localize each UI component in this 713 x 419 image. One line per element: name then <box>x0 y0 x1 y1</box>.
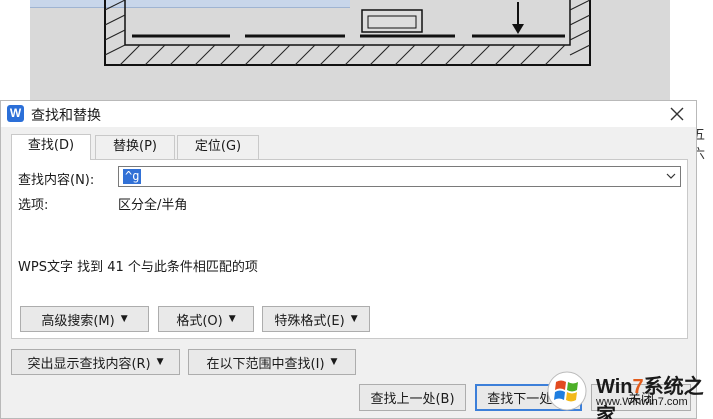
find-what-label: 查找内容(N): <box>18 173 95 188</box>
windows-logo-icon <box>547 371 587 411</box>
options-label: 选项: <box>18 198 49 213</box>
document-background <box>0 0 713 100</box>
find-in-button[interactable]: 在以下范围中查找(I) ▼ <box>188 349 356 375</box>
double-chevron-icon: ▼ <box>120 314 128 324</box>
highlight-results-label: 突出显示查找内容(R) <box>27 356 151 372</box>
chevron-down-icon[interactable] <box>665 170 677 182</box>
find-previous-button[interactable]: 查找上一处(B) <box>359 384 466 411</box>
document-figure <box>104 0 591 66</box>
format-label: 格式(O) <box>176 313 223 329</box>
search-result-text: WPS文字 找到 41 个与此条件相匹配的项 <box>18 260 258 275</box>
close-icon[interactable] <box>664 102 690 126</box>
watermark-brand: Win7系统之家 <box>596 376 704 419</box>
tab-find[interactable]: 查找(D) <box>11 134 91 160</box>
dropdown-arrow-icon: ▼ <box>350 314 358 324</box>
tab-goto[interactable]: 定位(G) <box>177 135 259 159</box>
dropdown-arrow-icon: ▼ <box>228 314 236 324</box>
advanced-search-button[interactable]: 高级搜索(M) ▼ <box>20 306 149 332</box>
special-format-label: 特殊格式(E) <box>274 313 345 329</box>
tab-replace[interactable]: 替换(P) <box>95 135 175 159</box>
find-what-input[interactable]: ^g <box>123 169 142 184</box>
title-bar[interactable]: W 查找和替换 <box>1 101 696 127</box>
advanced-search-label: 高级搜索(M) <box>41 313 115 329</box>
format-button[interactable]: 格式(O) ▼ <box>158 306 254 332</box>
dropdown-arrow-icon: ▼ <box>156 357 164 367</box>
dropdown-arrow-icon: ▼ <box>330 357 338 367</box>
options-value: 区分全/半角 <box>118 198 188 213</box>
watermark: Win7系统之家 www.Winwin7.com <box>540 364 713 419</box>
wps-logo-icon: W <box>7 105 24 122</box>
dialog-title: 查找和替换 <box>31 108 101 124</box>
watermark-url: www.Winwin7.com <box>596 396 688 408</box>
find-what-combobox[interactable]: ^g <box>118 166 681 187</box>
highlight-results-button[interactable]: 突出显示查找内容(R) ▼ <box>11 349 180 375</box>
special-format-button[interactable]: 特殊格式(E) ▼ <box>262 306 370 332</box>
find-tab-panel: 查找内容(N): ^g 选项: 区分全/半角 WPS文字 找到 41 个与此条件… <box>11 159 688 339</box>
find-in-label: 在以下范围中查找(I) <box>206 356 325 372</box>
